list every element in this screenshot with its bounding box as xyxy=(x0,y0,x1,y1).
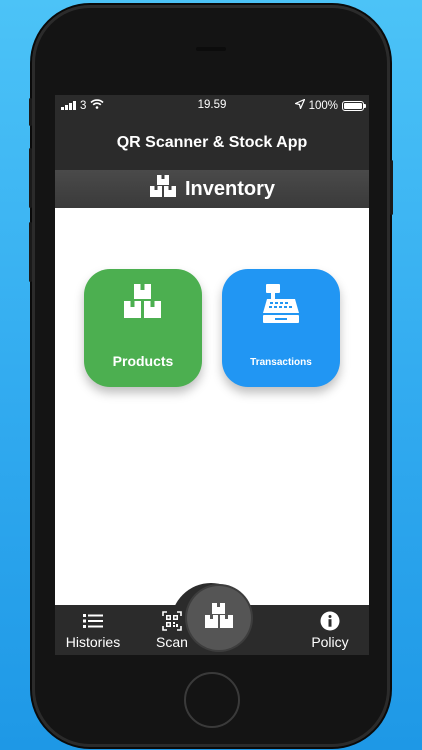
boxes-icon xyxy=(149,174,177,204)
boxes-icon xyxy=(204,602,234,634)
battery-percent: 100% xyxy=(308,99,338,112)
tab-policy[interactable]: Policy xyxy=(295,611,365,650)
boxes-icon xyxy=(84,283,202,319)
home-button[interactable] xyxy=(184,672,240,728)
tab-histories-label: Histories xyxy=(65,634,121,650)
power-button xyxy=(390,160,393,215)
status-bar: 3 19.59 100% xyxy=(55,95,369,115)
cash-register-icon xyxy=(222,283,340,325)
app-screen: 3 19.59 100% QR Scanner & Stock App Inve… xyxy=(55,95,369,655)
volume-down-button xyxy=(29,222,32,282)
tab-histories[interactable]: Histories xyxy=(58,611,128,650)
section-header: Inventory xyxy=(55,170,369,208)
tab-policy-label: Policy xyxy=(311,634,349,650)
app-header: QR Scanner & Stock App xyxy=(55,115,369,170)
section-title: Inventory xyxy=(184,177,276,200)
mute-switch xyxy=(29,98,32,126)
app-title: QR Scanner & Stock App xyxy=(116,133,308,151)
info-circle-icon xyxy=(295,611,365,631)
volume-up-button xyxy=(29,148,32,208)
list-icon xyxy=(58,611,128,631)
earpiece xyxy=(196,47,226,51)
products-label: Products xyxy=(112,353,174,369)
transactions-label: Transactions xyxy=(250,357,312,368)
tab-inventory-button[interactable] xyxy=(187,586,251,650)
battery-icon xyxy=(342,100,366,111)
products-tile[interactable]: Products xyxy=(84,269,202,387)
location-arrow-icon xyxy=(294,98,305,112)
transactions-tile[interactable]: Transactions xyxy=(222,269,340,387)
